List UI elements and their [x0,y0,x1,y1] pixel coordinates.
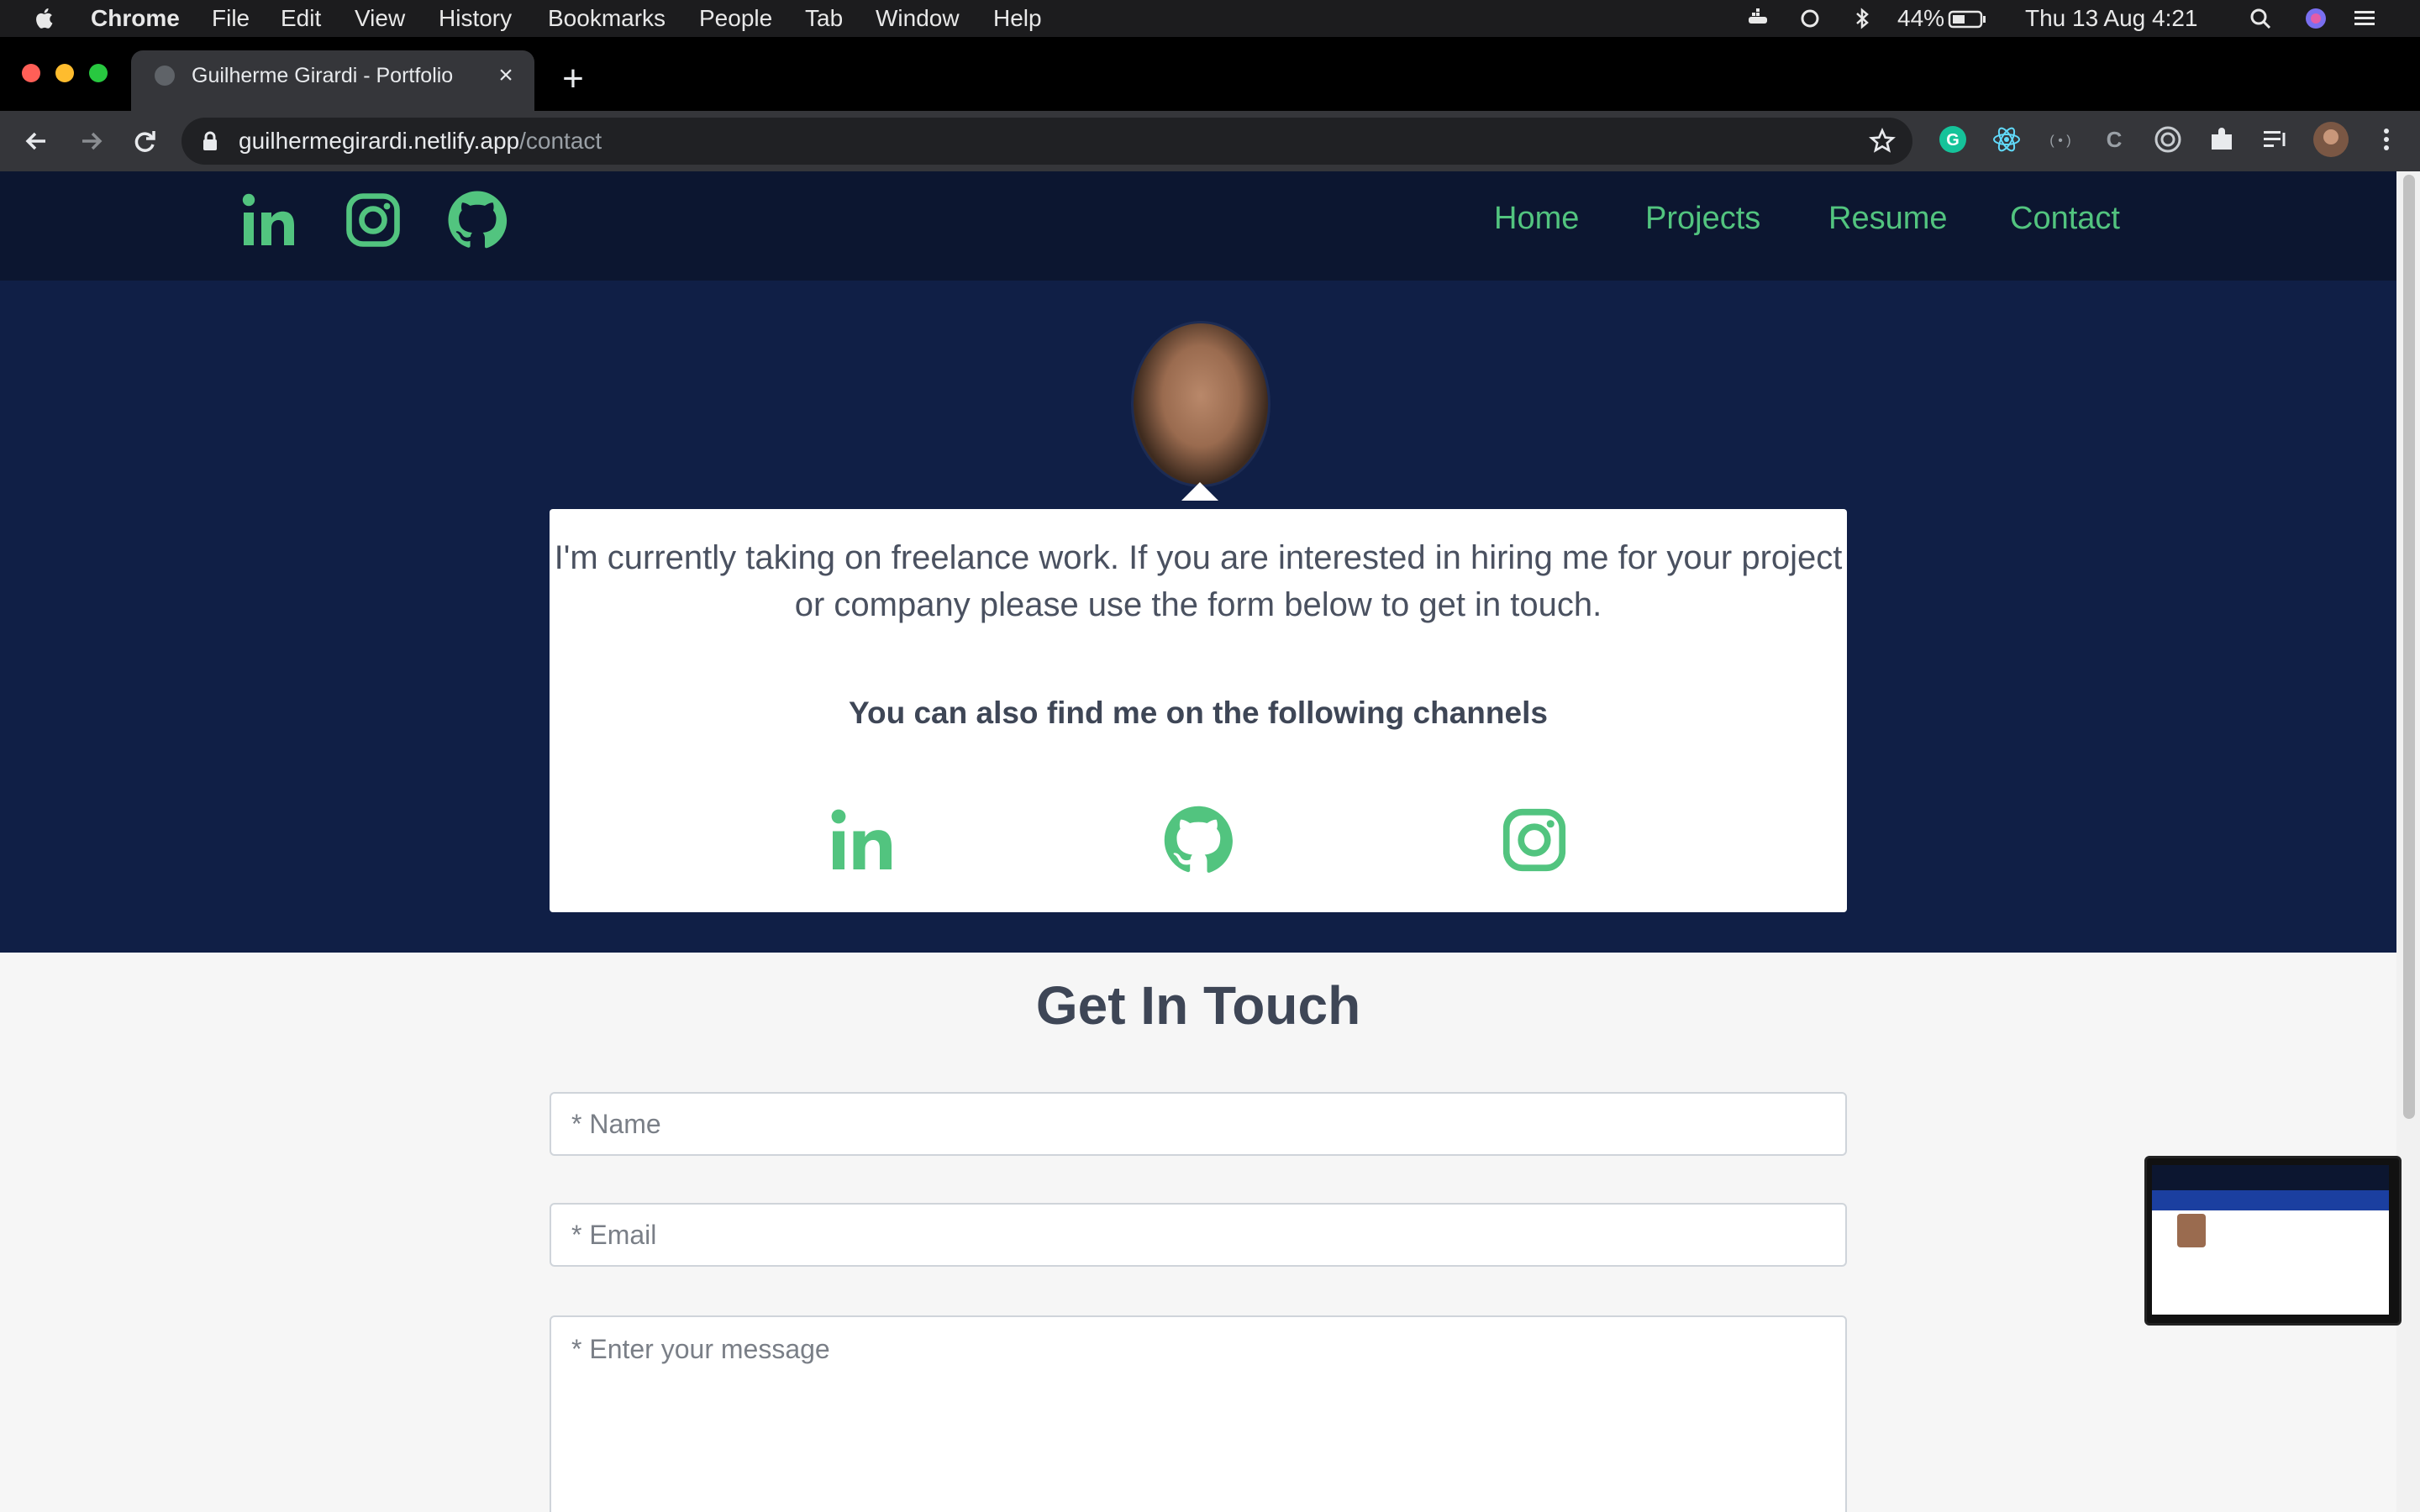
minimize-window-button[interactable] [55,64,74,82]
close-tab-icon[interactable]: × [494,63,518,88]
browser-tab-strip: Guilherme Girardi - Portfolio × + [0,37,2420,121]
contact-hero: I'm currently taking on freelance work. … [0,281,2396,953]
zoom-window-button[interactable] [89,64,108,82]
instagram-icon[interactable] [343,190,403,250]
github-icon[interactable] [447,190,508,250]
menu-tab[interactable]: Tab [805,0,843,37]
back-arrow-icon[interactable] [17,121,57,161]
menu-view[interactable]: View [355,0,405,37]
forward-arrow-icon[interactable] [71,121,111,161]
svg-text:G: G [1946,131,1960,150]
grammarly-icon[interactable]: G [1938,124,1968,155]
message-textarea[interactable] [550,1315,1847,1512]
url-path: /contact [519,128,602,154]
linkedin-icon[interactable] [827,805,897,875]
more-vertical-icon[interactable] [2371,124,2402,155]
creative-cloud-icon[interactable] [1798,7,1822,30]
github-icon[interactable] [1163,805,1234,875]
notification-center-icon[interactable] [2353,7,2376,30]
page-viewport: Home Projects Resume Contact I'm current… [0,171,2420,1512]
new-tab-button[interactable]: + [558,60,588,97]
freelance-card: I'm currently taking on freelance work. … [550,509,1847,912]
macos-menubar: Chrome File Edit View History Bookmarks … [0,0,2420,37]
reload-icon[interactable] [124,121,165,161]
menu-bookmarks[interactable]: Bookmarks [548,0,666,37]
speech-pointer [1181,482,1218,501]
siri-icon[interactable] [2304,7,2328,30]
svg-text:C: C [2107,127,2123,152]
lock-icon[interactable] [202,131,218,151]
menu-help[interactable]: Help [993,0,1042,37]
nav-resume-link[interactable]: Resume [1828,195,1948,242]
target-extension-icon[interactable] [2153,124,2183,155]
name-field[interactable] [550,1092,1847,1156]
address-bar[interactable]: guilhermegirardi.netlify.app/contact [182,118,1912,165]
menubar-clock[interactable]: Thu 13 Aug 4:21 [2025,0,2198,37]
bluetooth-icon[interactable] [1850,7,1874,30]
profile-avatar-icon[interactable] [2312,121,2349,158]
close-window-button[interactable] [22,64,40,82]
menu-history[interactable]: History [439,0,512,37]
browser-toolbar: guilhermegirardi.netlify.app/contact G (… [0,111,2420,171]
menu-file[interactable]: File [212,0,250,37]
menu-edit[interactable]: Edit [281,0,321,37]
nav-contact-link[interactable]: Contact [2010,195,2120,242]
url-host: guilhermegirardi.netlify.app [239,128,520,154]
media-queue-icon[interactable] [2260,124,2291,155]
url-text[interactable]: guilhermegirardi.netlify.app/contact [239,118,602,165]
svg-text:(•): (•) [2049,134,2073,149]
menu-app-chrome[interactable]: Chrome [91,0,180,37]
react-devtools-icon[interactable] [1991,124,2022,155]
menu-window[interactable]: Window [876,0,960,37]
nav-projects-link[interactable]: Projects [1645,195,1760,242]
channels-heading: You can also find me on the following ch… [849,696,1548,730]
json-viewer-icon[interactable]: (•) [2045,124,2075,155]
spotlight-search-icon[interactable] [2249,7,2272,30]
globe-icon [155,66,175,86]
extensions-puzzle-icon[interactable] [2207,124,2237,155]
preview-header [2152,1165,2389,1190]
tab-title: Guilherme Girardi - Portfolio [192,64,454,87]
bookmark-star-icon[interactable] [1869,128,1896,155]
get-in-touch-title: Get In Touch [1035,975,1361,1036]
instagram-icon[interactable] [1499,805,1570,875]
menu-people[interactable]: People [699,0,772,37]
profile-photo [1131,321,1270,487]
scrollbar-thumb[interactable] [2403,175,2415,1119]
freelance-intro-text: I'm currently taking on freelance work. … [554,539,1843,623]
battery-percent: 44% [1897,5,1945,31]
docker-icon[interactable] [1746,7,1770,30]
screenshot-preview-thumbnail[interactable] [2144,1156,2402,1326]
preview-photo [2177,1214,2206,1247]
preview-banner [2152,1190,2389,1210]
apple-icon[interactable] [34,7,57,30]
battery-icon[interactable] [1948,7,1988,30]
linkedin-icon[interactable] [239,190,299,250]
cookie-editor-icon[interactable]: C [2099,124,2129,155]
email-field[interactable] [550,1203,1847,1267]
nav-home-link[interactable]: Home [1494,195,1579,242]
site-header: Home Projects Resume Contact [0,171,2396,281]
